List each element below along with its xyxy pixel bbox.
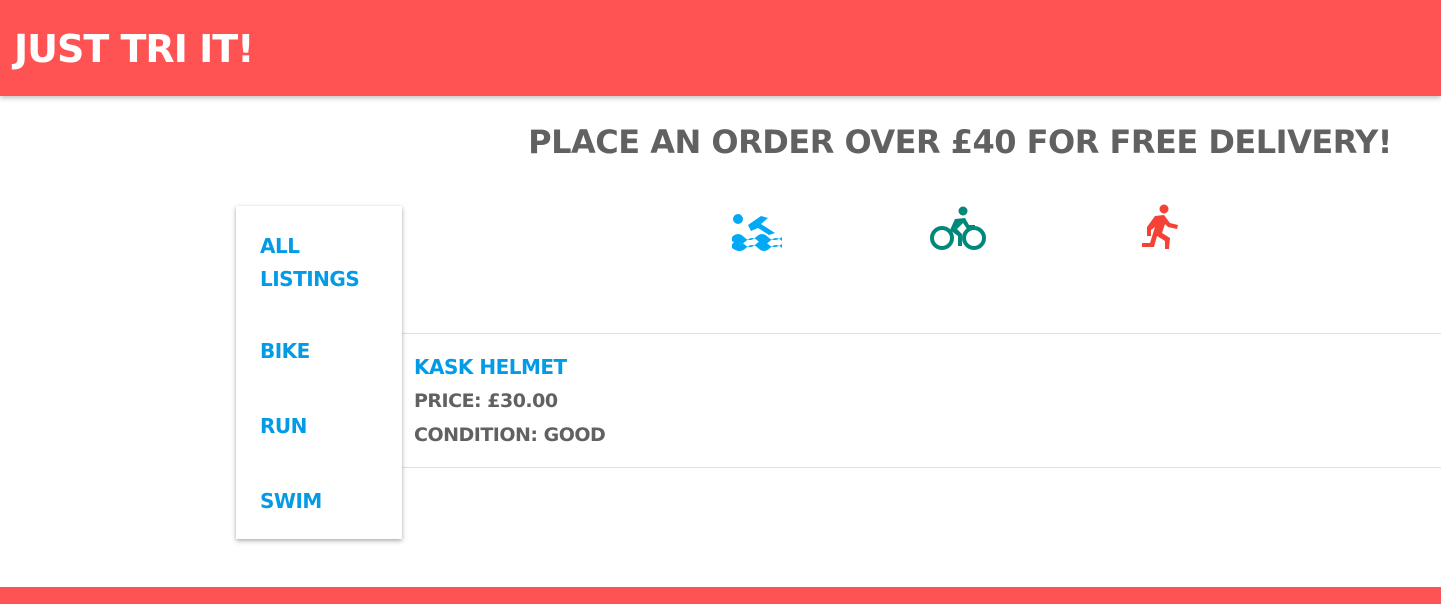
cycling-icon[interactable] bbox=[929, 203, 987, 255]
sidebar-item-all-listings[interactable]: All listings bbox=[260, 230, 380, 296]
listing-divider-top bbox=[402, 333, 1441, 334]
swimming-icon[interactable] bbox=[728, 203, 786, 255]
listing-item: Kask helmet Price: £30.00 Condition: Goo… bbox=[414, 350, 1014, 452]
app-header: Just Tri it! bbox=[0, 0, 1441, 96]
running-icon[interactable] bbox=[1133, 203, 1191, 255]
promo-banner: Place an order over £40 for free deliver… bbox=[528, 123, 1392, 161]
sidebar-item-label: listings bbox=[260, 267, 360, 291]
sidebar-item-swim[interactable]: Swim bbox=[260, 485, 380, 518]
listing-divider-bottom bbox=[402, 467, 1441, 468]
sidebar-item-run[interactable]: Run bbox=[260, 410, 380, 443]
sidebar-item-bike[interactable]: Bike bbox=[260, 335, 380, 368]
listing-title-link[interactable]: Kask helmet bbox=[414, 350, 1014, 384]
sidebar-item-label: All bbox=[260, 234, 300, 258]
category-sidebar: All listings Bike Run Swim bbox=[236, 206, 402, 539]
app-footer bbox=[0, 587, 1441, 604]
brand-logo-link[interactable]: Just Tri it! bbox=[14, 26, 254, 72]
listing-price: Price: £30.00 bbox=[414, 390, 558, 412]
listing-condition: Condition: Good bbox=[414, 424, 606, 446]
